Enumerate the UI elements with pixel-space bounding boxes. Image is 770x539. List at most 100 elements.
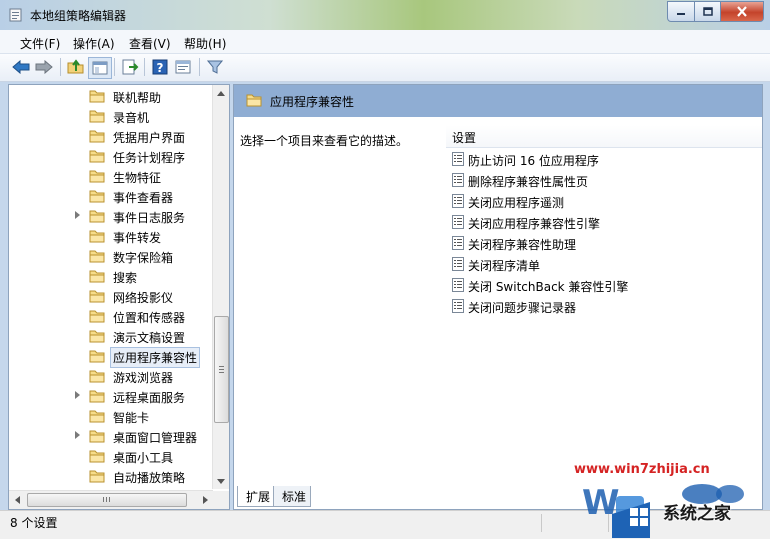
svg-text:?: ? [157, 61, 164, 75]
forward-arrow-icon [35, 60, 53, 74]
filter-button[interactable] [204, 57, 226, 77]
setting-row[interactable]: 关闭问题步骤记录器 [446, 296, 762, 317]
settings-column-label: 设置 [452, 131, 477, 145]
close-button[interactable] [721, 1, 764, 22]
policy-editor-icon [9, 8, 22, 22]
tree-item[interactable]: 事件查看器 [9, 186, 213, 206]
tree-item-label: 桌面小工具 [113, 451, 174, 465]
menu-file[interactable]: 文件(F) [20, 35, 60, 52]
setting-row[interactable]: 关闭 SwitchBack 兼容性引擎 [446, 275, 762, 296]
setting-label: 关闭程序清单 [468, 259, 541, 273]
tree-item-label: 搜索 [113, 271, 138, 285]
tree-item[interactable]: 事件日志服务 [9, 206, 213, 226]
content-pane: 应用程序兼容性 选择一个项目来查看它的描述。 设置 防止访问 16 位应用程序删… [233, 84, 763, 510]
maximize-button[interactable] [695, 1, 721, 22]
group-policy-editor-window: 本地组策略编辑器 文件(F) 操作(A) 查看(V) 帮助(H) ? 联机帮助 … [0, 0, 770, 539]
tree-item[interactable]: 桌面小工具 [9, 446, 213, 466]
tree-item[interactable]: 任务计划程序 [9, 146, 213, 166]
tree-vertical-thumb[interactable] [214, 316, 229, 423]
setting-label: 关闭应用程序兼容性引擎 [468, 217, 601, 231]
tab-extended[interactable]: 扩展 [237, 486, 275, 507]
tree-item[interactable]: 搜索 [9, 266, 213, 286]
help-button[interactable]: ? [149, 57, 171, 77]
export-list-button[interactable] [119, 57, 141, 77]
tree-item-label: 事件查看器 [113, 191, 174, 205]
filter-icon [207, 60, 223, 74]
tree-item-label: 事件日志服务 [113, 211, 186, 225]
scroll-up-button[interactable] [213, 85, 229, 101]
tree-item-label: 网络投影仪 [113, 291, 174, 305]
menu-help[interactable]: 帮助(H) [184, 35, 226, 52]
tree-item[interactable]: 智能卡 [9, 406, 213, 426]
setting-row[interactable]: 关闭应用程序遥测 [446, 191, 762, 212]
title-bar[interactable]: 本地组策略编辑器 [0, 0, 770, 30]
tree-item[interactable]: 位置和传感器 [9, 306, 213, 326]
tree-vertical-scrollbar[interactable] [212, 85, 229, 489]
tree-item-label: 自动播放策略 [113, 471, 186, 485]
description-text: 选择一个项目来查看它的描述。 [240, 134, 409, 148]
properties-button[interactable] [172, 57, 194, 77]
show-hide-tree-icon [92, 61, 108, 75]
tree-item-label: 远程桌面服务 [113, 391, 186, 405]
tree-item[interactable]: 演示文稿设置 [9, 326, 213, 346]
policy-setting-icon [452, 299, 464, 313]
scroll-down-button[interactable] [213, 473, 229, 489]
setting-row[interactable]: 防止访问 16 位应用程序 [446, 149, 762, 170]
setting-row[interactable]: 关闭程序清单 [446, 254, 762, 275]
scroll-right-button[interactable] [197, 492, 213, 508]
tree-horizontal-scrollbar[interactable] [9, 490, 213, 509]
folder-icon [89, 90, 105, 103]
status-separator [541, 514, 542, 532]
scroll-left-button[interactable] [9, 492, 25, 508]
tree-item[interactable]: 事件转发 [9, 226, 213, 246]
tree-horizontal-thumb[interactable] [27, 493, 187, 507]
folder-icon [89, 170, 105, 183]
tree-item[interactable]: 网络投影仪 [9, 286, 213, 306]
menu-action[interactable]: 操作(A) [73, 35, 115, 52]
minimize-button[interactable] [667, 1, 695, 22]
setting-label: 防止访问 16 位应用程序 [468, 154, 599, 168]
folder-icon [89, 370, 105, 383]
tab-standard[interactable]: 标准 [273, 486, 311, 507]
tree-item[interactable]: 生物特征 [9, 166, 213, 186]
tree-item[interactable]: 应用程序兼容性 [9, 346, 213, 368]
tree-item[interactable]: 录音机 [9, 106, 213, 126]
scroll-right-icon [202, 496, 208, 504]
tree-item[interactable]: 桌面窗口管理器 [9, 426, 213, 446]
caption-buttons [667, 1, 764, 22]
tree-item[interactable]: 游戏浏览器 [9, 366, 213, 386]
maximize-icon [702, 7, 713, 16]
status-text: 8 个设置 [10, 516, 58, 530]
setting-row[interactable]: 关闭应用程序兼容性引擎 [446, 212, 762, 233]
tree-item[interactable]: 数字保险箱 [9, 246, 213, 266]
folder-icon [89, 210, 105, 223]
policy-setting-icon [452, 236, 464, 250]
expand-arrow-icon[interactable] [75, 391, 80, 399]
tab-extended-label: 扩展 [246, 490, 271, 504]
tree-item[interactable]: 自动播放策略 [9, 466, 213, 486]
expand-arrow-icon[interactable] [75, 431, 80, 439]
folder-icon [89, 110, 105, 123]
tree-item[interactable]: 联机帮助 [9, 86, 213, 106]
menu-view[interactable]: 查看(V) [129, 35, 171, 52]
watermark-site-name: 系统之家 [663, 504, 731, 524]
back-button[interactable] [10, 57, 32, 77]
setting-row[interactable]: 关闭程序兼容性助理 [446, 233, 762, 254]
up-one-level-button[interactable] [65, 57, 87, 77]
scroll-down-icon [217, 478, 225, 484]
policy-setting-icon [452, 257, 464, 271]
tree-item[interactable]: 凭据用户界面 [9, 126, 213, 146]
scroll-left-icon [14, 496, 20, 504]
content-header: 应用程序兼容性 [234, 85, 762, 117]
tree-item[interactable]: 远程桌面服务 [9, 386, 213, 406]
tree-item-label: 游戏浏览器 [113, 371, 174, 385]
settings-column-header[interactable]: 设置 [446, 125, 762, 148]
menu-bar: 文件(F) 操作(A) 查看(V) 帮助(H) [0, 30, 770, 54]
show-hide-tree-button[interactable] [88, 57, 112, 79]
expand-arrow-icon[interactable] [75, 211, 80, 219]
forward-button[interactable] [33, 57, 55, 77]
folder-icon [89, 410, 105, 423]
setting-row[interactable]: 删除程序兼容性属性页 [446, 170, 762, 191]
setting-label: 删除程序兼容性属性页 [468, 175, 589, 189]
folder-icon [89, 450, 105, 463]
